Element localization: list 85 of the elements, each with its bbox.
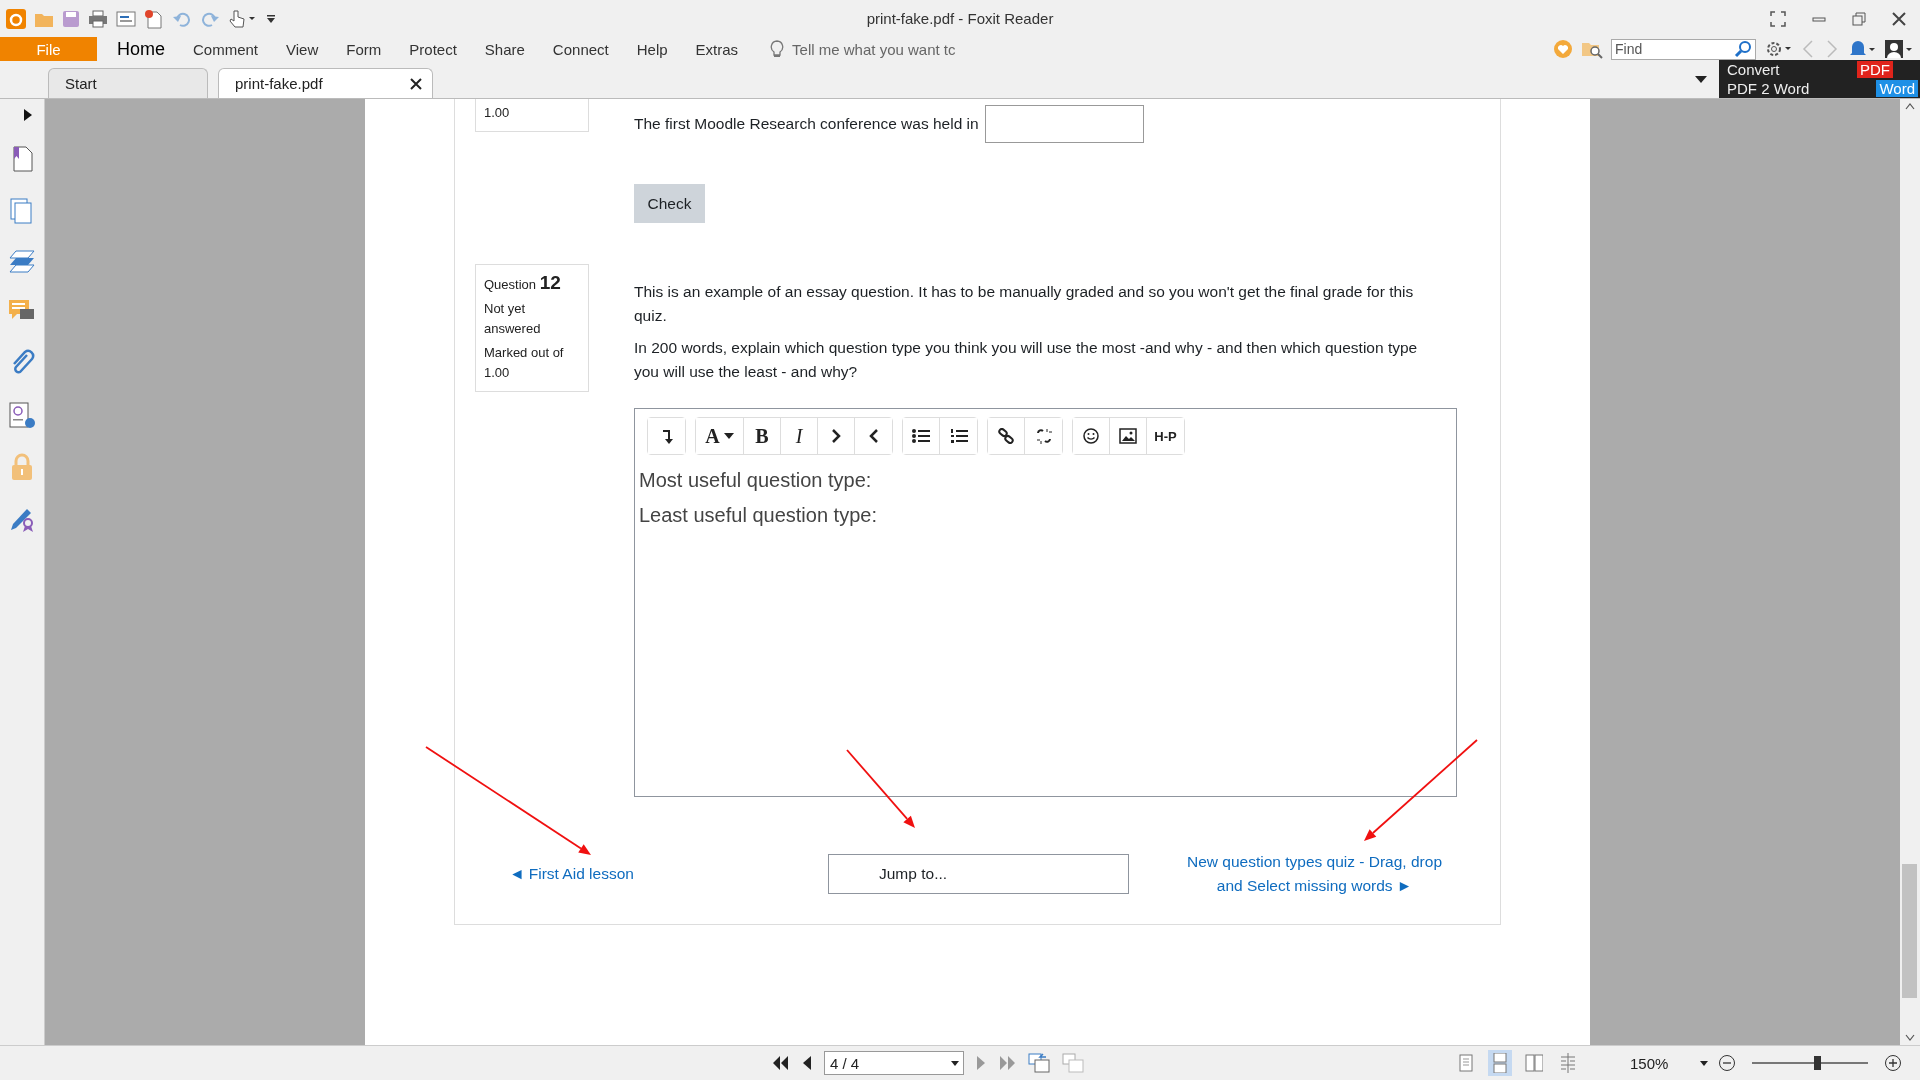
signature-document-icon[interactable] <box>8 401 36 429</box>
chevron-right-icon <box>831 428 841 444</box>
question-number: 12 <box>539 272 561 293</box>
user-icon[interactable] <box>1884 39 1912 59</box>
ribbon-tab[interactable]: Comment <box>179 37 273 61</box>
editor-text: Least useful question type: <box>639 503 878 528</box>
ribbon-tab[interactable]: Help <box>622 37 682 61</box>
single-page-icon <box>1457 1053 1475 1073</box>
first-page-icon[interactable] <box>772 1055 790 1071</box>
close-icon[interactable] <box>410 77 422 90</box>
marks-text: 1.00 <box>484 104 511 122</box>
zoom-level[interactable]: 150% <box>1630 1054 1690 1072</box>
link-icon <box>998 428 1014 444</box>
print-icon[interactable] <box>88 9 108 28</box>
layers-icon[interactable] <box>8 249 36 275</box>
question-status: Not yet answered <box>484 300 542 338</box>
toolbar-button[interactable] <box>988 418 1025 454</box>
font-button[interactable]: A <box>696 418 744 454</box>
previous-view-icon[interactable] <box>1028 1053 1050 1073</box>
zoom-out-icon[interactable] <box>1718 1054 1736 1072</box>
settings-icon[interactable] <box>1764 39 1792 59</box>
banner-badge: Word <box>1876 80 1918 97</box>
toolbar-button[interactable] <box>903 418 940 454</box>
page-number-field[interactable]: 4 / 4 <box>824 1051 964 1075</box>
continuous-page-icon <box>1491 1053 1509 1073</box>
hand-icon[interactable] <box>228 8 258 29</box>
image-icon <box>1119 428 1137 444</box>
question-text: This is an example of an essay question. It has to be manually graded and so you won't get the final grade for this quiz. <box>634 282 1415 326</box>
zoom-in-icon[interactable] <box>1884 1054 1902 1072</box>
app-logo-icon[interactable] <box>6 8 26 29</box>
chevron-left-icon <box>868 428 879 444</box>
zoom-slider-thumb[interactable] <box>1813 1056 1821 1070</box>
split-view-icon <box>1559 1053 1577 1073</box>
document-tab[interactable]: print-fake.pdf <box>218 68 433 98</box>
convert-banner[interactable]: Convert PDF PDF 2 Word Word <box>1719 60 1920 98</box>
search-icon[interactable] <box>1734 40 1752 58</box>
document-tab[interactable]: Start <box>48 68 208 98</box>
banner-text: Convert <box>1727 61 1781 78</box>
answer-field[interactable] <box>984 105 1144 143</box>
editor-text: Most useful question type: <box>639 468 873 493</box>
toolbar-button[interactable] <box>1073 418 1110 454</box>
dropdown-caret-icon[interactable] <box>1695 76 1707 84</box>
toolbar-button[interactable] <box>648 418 685 454</box>
close-icon[interactable] <box>1892 11 1906 26</box>
next-link[interactable]: New question types quiz - Drag, drop and Select missing words ► <box>1172 850 1457 898</box>
next-page-icon[interactable] <box>976 1055 986 1071</box>
ribbon-tab[interactable]: View <box>272 37 333 61</box>
banner-badge: PDF <box>1857 61 1893 78</box>
facing-pages-icon <box>1525 1053 1543 1073</box>
collapse-icon <box>660 428 673 444</box>
expand-panel-icon[interactable] <box>24 109 32 121</box>
ribbon-tab[interactable]: Extras <box>681 37 753 61</box>
jump-to-dropdown[interactable]: Jump to... <box>828 854 1129 894</box>
ribbon-tab[interactable]: Share <box>470 37 539 61</box>
ribbon-tab[interactable]: Connect <box>538 37 623 61</box>
broken-link-icon <box>1035 428 1052 444</box>
ribbon-tab[interactable]: Home <box>103 37 179 61</box>
previous-page-icon[interactable] <box>802 1055 812 1071</box>
question-label: Question <box>484 277 537 292</box>
customize-icon[interactable] <box>266 13 276 24</box>
ribbon-tab[interactable]: Form <box>332 37 396 61</box>
dropdown-caret-icon[interactable] <box>1700 1060 1708 1066</box>
text-editor[interactable]: A B I H-P Most useful question type: Least useful question type: <box>634 408 1457 797</box>
ribbon-tab[interactable]: Protect <box>395 37 471 61</box>
caret-icon <box>723 433 734 439</box>
fullscreen-icon[interactable] <box>1770 10 1786 27</box>
numbered-list-icon <box>949 428 968 444</box>
smiley-icon <box>1083 428 1099 444</box>
bullet-list-icon <box>912 428 930 444</box>
last-page-icon[interactable] <box>998 1055 1016 1071</box>
question-text: The first Moodle Research conference was held in <box>634 114 979 134</box>
lightbulb-icon[interactable] <box>770 40 785 58</box>
window-title: print-fake.pdf - Foxit Reader <box>866 10 1054 27</box>
find-field[interactable]: Find <box>1615 41 1643 57</box>
window-icon[interactable] <box>116 10 136 27</box>
dropdown-caret-icon[interactable] <box>951 1060 959 1066</box>
scrollbar-thumb[interactable] <box>1902 864 1917 998</box>
banner-text: PDF 2 Word <box>1727 80 1811 97</box>
marks-text: Marked out of 1.00 <box>484 344 565 382</box>
tell-me-field[interactable]: Tell me what you want tc <box>792 40 956 58</box>
question-text: In 200 words, explain which question type you think you will use the most -and why - and then which question type you will use the least - and why? <box>634 338 1419 382</box>
new-document-icon[interactable] <box>144 8 164 29</box>
check-button[interactable]: Check <box>634 184 705 223</box>
previous-link[interactable]: ◄ First Aid lesson <box>509 865 634 883</box>
restore-icon[interactable] <box>1852 11 1866 26</box>
